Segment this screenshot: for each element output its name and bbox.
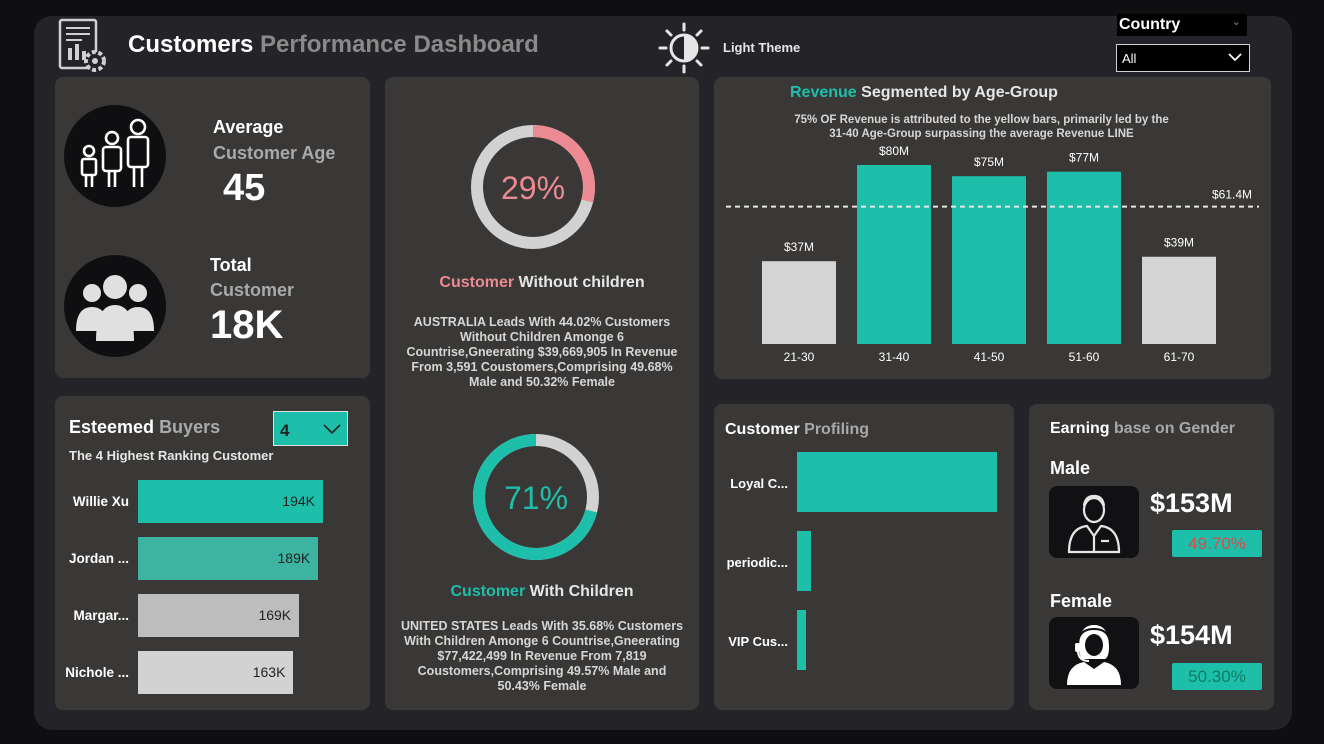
revenue-bar-label: $77M [1069, 151, 1099, 165]
revenue-bar[interactable] [1142, 256, 1216, 344]
revenue-bar[interactable] [857, 165, 931, 344]
without-children-text: AUSTRALIA Leads With 44.02% Customers Wi… [406, 315, 678, 389]
female-label: Female [1050, 591, 1113, 611]
buyer-name: Nichole ... [65, 665, 129, 680]
avg-age-label: Average [213, 117, 284, 137]
revenue-category-label: 41-50 [974, 350, 1005, 364]
theme-label[interactable]: Light Theme [723, 40, 800, 55]
revenue-category-label: 51-60 [1069, 350, 1100, 364]
page-title: Customers Performance Dashboard [128, 31, 539, 59]
profile-segment-label: Loyal C... [730, 476, 788, 491]
with-children-percent: 71% [503, 480, 569, 516]
revenue-bar[interactable] [762, 261, 836, 344]
country-select-value: All [1122, 51, 1137, 66]
female-value: $154M [1150, 620, 1233, 650]
chevron-down-icon[interactable] [323, 424, 341, 434]
esteemed-buyers-card: Esteemed Buyers The 4 Highest Ranking Cu… [55, 396, 370, 710]
group-icon [64, 255, 166, 357]
revenue-bar[interactable] [1047, 171, 1121, 344]
revenue-bar-chart: $37M 21-30 $80M 31-40 $75M 41-50 $77M 51-60 $39M… [726, 144, 1259, 364]
average-revenue-label: $61.4M [1212, 188, 1252, 202]
buyer-value: 163K [252, 664, 286, 680]
male-percent-badge: 49.70% [1172, 530, 1262, 557]
chevron-down-icon[interactable] [1228, 53, 1242, 62]
profile-segment-bar[interactable] [797, 531, 811, 591]
avg-age-value: 45 [223, 167, 266, 209]
gender-earning-card: Earning base on Gender Male $153M 49.70%… [1029, 404, 1274, 710]
male-percent: 49.70% [1188, 534, 1246, 553]
revenue-bar-label: $37M [784, 240, 814, 254]
profile-segment-label: periodic... [726, 555, 788, 570]
total-customer-value: 18K [210, 303, 284, 347]
revenue-bar-label: $39M [1164, 236, 1194, 250]
male-value: $153M [1150, 488, 1233, 518]
top-n-dropdown[interactable]: 4 [273, 411, 348, 446]
with-children-text: UNITED STATES Leads With 35.68% Customer… [400, 619, 684, 693]
theme-toggle-sun-icon[interactable] [658, 22, 710, 74]
female-percent: 50.30% [1188, 667, 1246, 686]
report-gear-icon [52, 18, 108, 74]
buyer-bar[interactable]: 189K [138, 537, 319, 580]
with-children-title: Customer With Children [385, 583, 699, 601]
buyer-name: Jordan ... [68, 551, 129, 566]
revenue-category-label: 61-70 [1164, 350, 1195, 364]
gender-title: Earning base on Gender [1050, 420, 1235, 438]
buyer-value: 194K [282, 493, 315, 509]
chevron-down-icon[interactable]: ⌄ [1232, 15, 1241, 28]
buyer-value: 169K [258, 607, 292, 623]
total-customer-sublabel: Customer [210, 280, 295, 300]
customer-profiling-card: Customer Profiling Loyal C... periodic...… [714, 404, 1014, 710]
with-children-donut: 71% [472, 433, 600, 561]
buyer-name: Willie Xu [72, 494, 129, 509]
profile-segment-bar[interactable] [797, 452, 997, 512]
revenue-bar-label: $80M [879, 144, 909, 158]
profile-segment-label: VIP Cus... [728, 634, 788, 649]
buyer-value: 189K [277, 550, 311, 566]
buyer-bar[interactable]: 169K [138, 594, 300, 637]
male-avatar-icon [1049, 486, 1139, 558]
buyer-bar[interactable]: 194K [138, 480, 323, 523]
revenue-bar-label: $75M [974, 155, 1004, 169]
esteemed-title-rest: Buyers [159, 417, 221, 437]
with-children-title-colored: Customer [450, 583, 526, 600]
revenue-category-label: 31-40 [879, 350, 910, 364]
female-headset-icon [1049, 617, 1139, 689]
esteemed-title: Esteemed Buyers [69, 417, 220, 438]
country-select[interactable]: All [1116, 44, 1250, 72]
revenue-category-label: 21-30 [784, 350, 815, 364]
avg-age-sublabel: Customer Age [213, 143, 336, 163]
total-customer-label: Total [210, 255, 252, 275]
country-filter-label: Country [1119, 16, 1181, 33]
gender-title-bold: Earning [1050, 420, 1110, 437]
male-label: Male [1050, 458, 1091, 478]
without-children-donut: 29% [469, 123, 597, 251]
gender-title-rest: base on Gender [1114, 420, 1235, 437]
page-title-rest: Performance Dashboard [260, 31, 539, 58]
revenue-chart-card: Revenue Segmented by Age-Group 75% OF Re… [714, 77, 1271, 379]
top-n-value: 4 [280, 421, 290, 440]
buyer-bar[interactable]: 163K [138, 651, 294, 694]
profile-segment-bar[interactable] [797, 610, 806, 670]
esteemed-title-bold: Esteemed [69, 417, 155, 437]
without-children-title: Customer Without children [385, 274, 699, 292]
profiling-title-bold: Customer [725, 421, 800, 438]
esteemed-subtitle: The 4 Highest Ranking Customer [69, 448, 274, 463]
children-card: 29% Customer Without children AUSTRALIA … [385, 77, 699, 710]
female-percent-badge: 50.30% [1172, 663, 1262, 690]
revenue-bar[interactable] [952, 176, 1026, 344]
country-filter-header: Country ⌄ [1117, 14, 1247, 36]
profiling-title-rest: Profiling [804, 421, 870, 438]
customer-stats-card: Average Customer Age 45 Total Customer 1… [55, 77, 370, 378]
without-children-title-colored: Customer [439, 274, 515, 291]
family-icon [64, 105, 166, 207]
buyer-name: Margar... [73, 608, 129, 623]
without-children-title-rest: Without children [518, 274, 645, 291]
without-children-percent: 29% [500, 170, 566, 206]
profiling-title: Customer Profiling [725, 421, 869, 439]
page-title-bold: Customers [128, 31, 254, 58]
with-children-title-rest: With Children [529, 583, 634, 600]
